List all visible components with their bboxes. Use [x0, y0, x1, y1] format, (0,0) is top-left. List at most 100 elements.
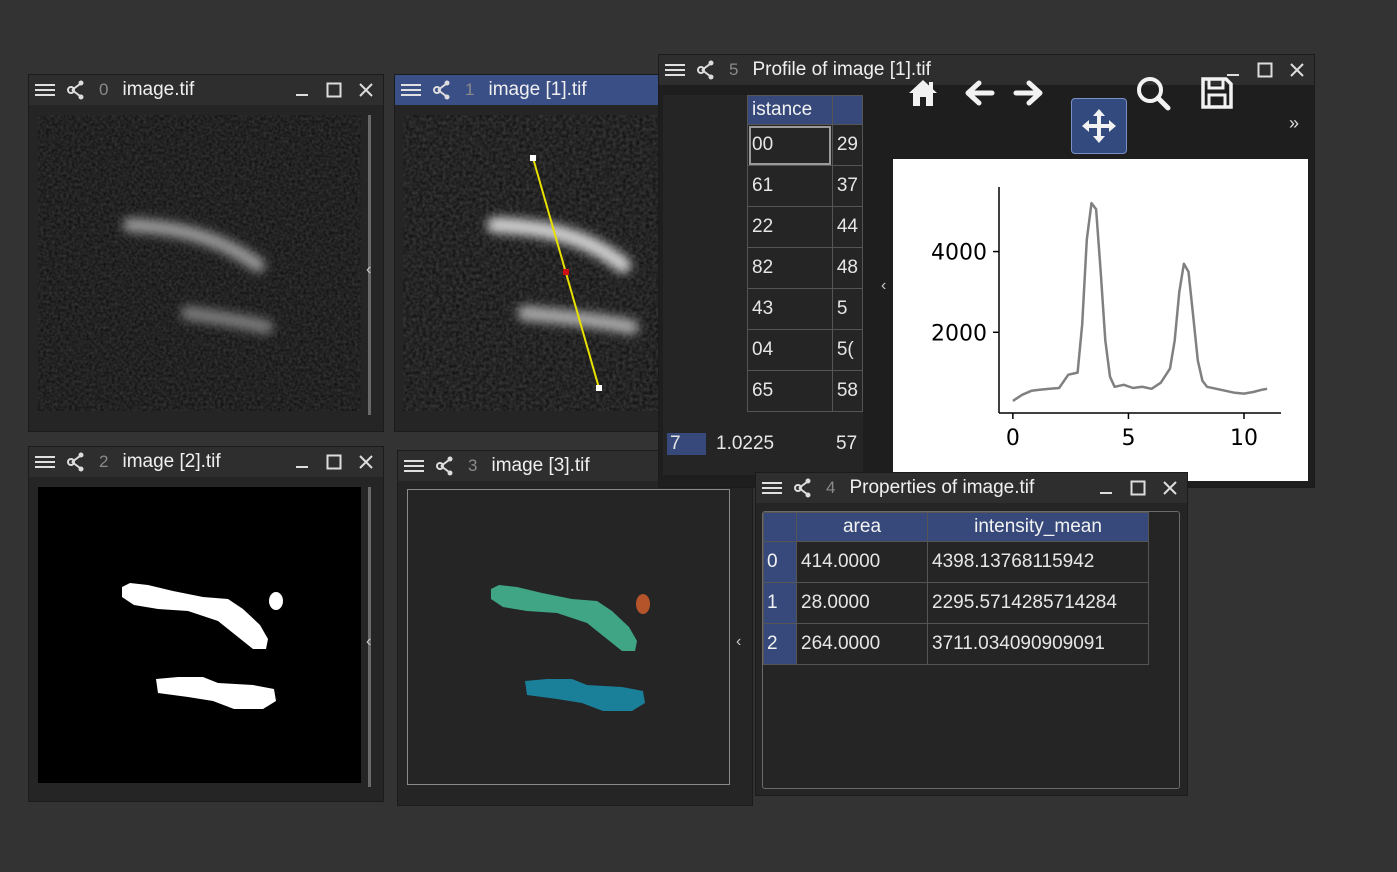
table-cell-distance[interactable]: 22	[747, 206, 833, 248]
table-cell-distance[interactable]: 00	[747, 124, 833, 166]
image-canvas[interactable]	[38, 115, 361, 411]
table-cell-distance[interactable]: 65	[747, 370, 833, 412]
table-row[interactable]: 2 264.0000 3711.034090909091	[763, 623, 1149, 665]
labels-canvas[interactable]	[407, 489, 730, 785]
window-index: 1	[465, 80, 475, 99]
x-tick-label: 0	[1006, 426, 1020, 451]
window-title: image [2].tif	[122, 451, 221, 472]
maximize-icon[interactable]	[1129, 479, 1147, 497]
maximize-icon[interactable]	[1256, 61, 1274, 79]
maximize-icon[interactable]	[325, 453, 343, 471]
table-cell-distance[interactable]: 1.0225	[706, 433, 836, 455]
table-cell-intensity-mean[interactable]: 3711.034090909091	[927, 623, 1149, 665]
table-cell-distance[interactable]: 61	[747, 165, 833, 207]
network-icon[interactable]	[431, 79, 453, 101]
table-row[interactable]: 7 1.0225 57	[667, 429, 857, 459]
window-image-3: 3 image [3].tif ‹	[397, 450, 753, 806]
menu-icon[interactable]	[35, 84, 55, 96]
window-index: 5	[729, 60, 739, 79]
profile-table[interactable]: istance 00 29 61 37 22 44 82 48 43 5 04 5( 65 5…	[663, 95, 863, 475]
table-cell-distance[interactable]: 82	[747, 247, 833, 289]
network-icon[interactable]	[65, 79, 87, 101]
column-header-intensity-mean[interactable]: intensity_mean	[927, 512, 1149, 542]
menu-icon[interactable]	[404, 460, 424, 472]
row-header[interactable]: 2	[763, 623, 797, 665]
network-icon[interactable]	[434, 455, 456, 477]
minimize-icon[interactable]	[293, 453, 311, 471]
table-row[interactable]: 0 414.0000 4398.13768115942	[763, 541, 1149, 583]
table-cell-area[interactable]: 264.0000	[796, 623, 928, 665]
properties-table[interactable]: area intensity_mean 0 414.0000 4398.1376…	[763, 512, 1149, 665]
window-properties: 4 Properties of image.tif area intensity…	[755, 472, 1188, 796]
table-cell-value[interactable]: 44	[831, 206, 863, 248]
table-cell-value[interactable]: 48	[831, 247, 863, 289]
table-cell-distance[interactable]: 43	[747, 288, 833, 330]
minimize-icon[interactable]	[293, 81, 311, 99]
window-title: image [3].tif	[491, 455, 590, 476]
row-header: 7	[667, 433, 706, 455]
properties-table-container: area intensity_mean 0 414.0000 4398.1376…	[762, 511, 1180, 789]
window-title: image [1].tif	[488, 79, 587, 100]
x-tick-label: 10	[1230, 426, 1258, 451]
title-bar[interactable]: 4 Properties of image.tif	[756, 473, 1187, 503]
network-icon[interactable]	[695, 59, 717, 81]
window-image: 0 image.tif ‹	[28, 74, 384, 432]
close-icon[interactable]	[357, 81, 375, 99]
window-index: 2	[99, 452, 109, 471]
window-image-2: 2 image [2].tif ‹	[28, 446, 384, 802]
network-icon[interactable]	[65, 451, 87, 473]
x-tick-label: 5	[1121, 426, 1135, 451]
home-icon[interactable]	[899, 69, 947, 117]
table-cell-value[interactable]: 37	[831, 165, 863, 207]
window-title: Properties of image.tif	[849, 477, 1035, 498]
table-cell-distance[interactable]: 04	[747, 329, 833, 371]
mask-canvas[interactable]	[38, 487, 361, 783]
window-index: 3	[468, 456, 478, 475]
forward-arrow-icon[interactable]	[1005, 69, 1053, 117]
column-header-value[interactable]	[831, 95, 863, 125]
title-bar[interactable]: 0 image.tif	[29, 75, 383, 105]
maximize-icon[interactable]	[325, 81, 343, 99]
table-row[interactable]: 1 28.0000 2295.5714285714284	[763, 582, 1149, 624]
window-title: image.tif	[122, 79, 195, 100]
table-cell-value[interactable]: 5	[831, 288, 863, 330]
y-tick-label: 2000	[931, 321, 987, 346]
close-icon[interactable]	[1288, 61, 1306, 79]
chevron-left-icon[interactable]: ‹	[736, 633, 741, 651]
more-tools-button[interactable]: »	[1289, 113, 1299, 134]
column-header-area[interactable]: area	[796, 512, 928, 542]
menu-icon[interactable]	[35, 456, 55, 468]
chevron-left-icon[interactable]: ‹	[366, 633, 371, 651]
network-icon[interactable]	[792, 477, 814, 499]
chevron-left-icon[interactable]: ‹	[366, 261, 371, 279]
corner-header	[763, 512, 797, 542]
table-cell-value[interactable]: 57	[836, 433, 857, 455]
table-cell-value[interactable]: 58	[831, 370, 863, 412]
zoom-icon[interactable]	[1129, 69, 1177, 117]
title-bar[interactable]: 2 image [2].tif	[29, 447, 383, 477]
menu-icon[interactable]	[762, 482, 782, 494]
table-cell-value[interactable]: 29	[831, 124, 863, 166]
window-index: 0	[99, 80, 109, 99]
menu-icon[interactable]	[401, 84, 421, 96]
close-icon[interactable]	[357, 453, 375, 471]
menu-icon[interactable]	[665, 64, 685, 76]
window-profile: 5 Profile of image [1].tif istance 00 29 …	[658, 54, 1315, 488]
table-cell-intensity-mean[interactable]: 2295.5714285714284	[927, 582, 1149, 624]
close-icon[interactable]	[1161, 479, 1179, 497]
save-icon[interactable]	[1193, 69, 1241, 117]
column-header-distance[interactable]: istance	[747, 95, 833, 125]
back-arrow-icon[interactable]	[955, 69, 1003, 117]
row-header[interactable]: 1	[763, 582, 797, 624]
profile-plot[interactable]: 0 5 10 2000 4000	[893, 159, 1308, 481]
window-index: 4	[826, 478, 836, 497]
table-cell-area[interactable]: 414.0000	[796, 541, 928, 583]
table-cell-value[interactable]: 5(	[831, 329, 863, 371]
minimize-icon[interactable]	[1097, 479, 1115, 497]
row-header[interactable]: 0	[763, 541, 797, 583]
pan-icon[interactable]	[1071, 98, 1127, 154]
table-cell-intensity-mean[interactable]: 4398.13768115942	[927, 541, 1149, 583]
table-cell-area[interactable]: 28.0000	[796, 582, 928, 624]
y-tick-label: 4000	[931, 241, 987, 266]
chevron-left-icon[interactable]: ‹	[881, 277, 886, 295]
